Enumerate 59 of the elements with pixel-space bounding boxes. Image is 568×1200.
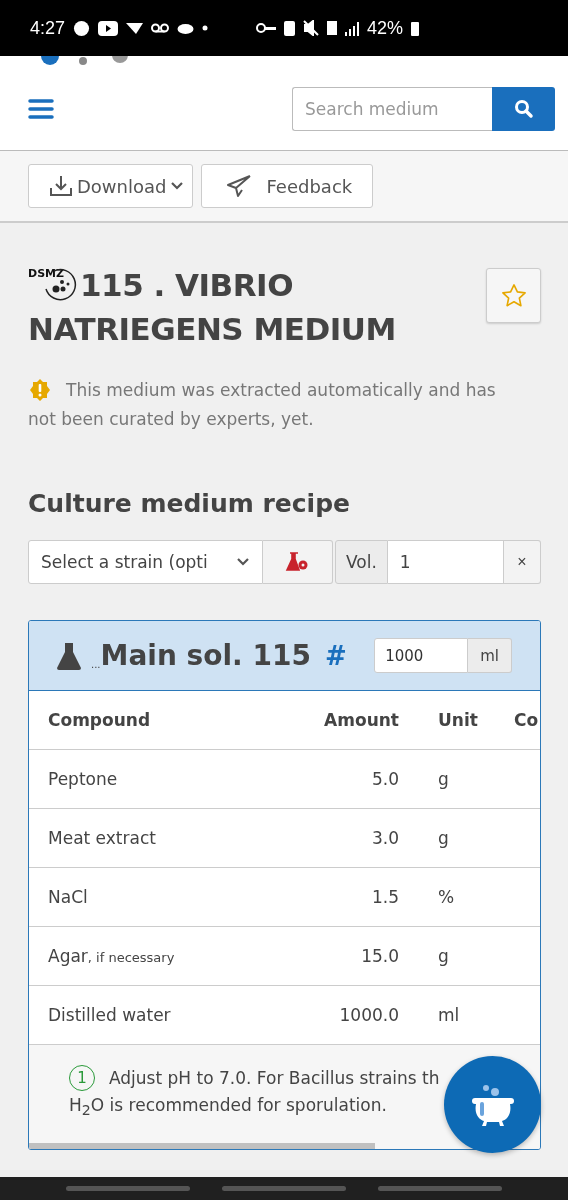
table-cell-text: 1.5 xyxy=(370,887,399,907)
flask-icon xyxy=(55,640,83,671)
table-cell-text: 15.0 xyxy=(360,946,399,966)
table-cell-text: % xyxy=(437,887,456,907)
caret-icon xyxy=(170,181,185,191)
table-cell-text: ml xyxy=(437,1005,461,1025)
mute-icon xyxy=(303,20,320,36)
column-header: Compound xyxy=(47,710,152,730)
warning-message: not been curated by experts, yet. xyxy=(28,408,315,431)
search-icon xyxy=(513,99,534,119)
clear-button[interactable]: × xyxy=(503,540,541,584)
dsmz-logo: DSMZ xyxy=(28,267,78,303)
warning-icon xyxy=(28,378,52,402)
recipe-heading: Culture medium recipe xyxy=(28,489,351,518)
search-button[interactable] xyxy=(492,87,555,131)
anchor-link[interactable]: # xyxy=(324,640,347,671)
table-cell-text: Meat extract xyxy=(47,828,157,848)
table-cell-text: 5.0 xyxy=(370,769,399,789)
paper-plane-icon xyxy=(226,174,253,198)
volume-label: Vol. xyxy=(335,540,388,584)
footnote-text: H$_{2}$O is recommended for sporulation. xyxy=(69,1095,387,1119)
table-cell-text: NaCl xyxy=(47,887,89,907)
status-time: 4:27 xyxy=(30,17,66,39)
search-field[interactable]: Search medium xyxy=(292,87,492,131)
table-cell-text: 1000.0 xyxy=(338,1005,399,1025)
footnote-text: Adjust pH to 7.0. For Bacillus strains th xyxy=(109,1068,440,1088)
battery-percentage: 42% xyxy=(367,17,404,39)
unit-label: ml xyxy=(468,638,512,673)
volume-field[interactable]: 1 xyxy=(387,540,504,584)
medium-title: 115 . VIBRIO xyxy=(80,267,293,303)
dot-icon xyxy=(202,25,209,31)
column-header: Unit xyxy=(437,710,479,730)
amount-field[interactable]: 1000 xyxy=(374,638,469,673)
medium-title: NATRIEGENS MEDIUM xyxy=(28,310,397,349)
play-icon xyxy=(98,20,119,36)
strain-select[interactable]: Select a strain (opti xyxy=(28,540,263,584)
menu-icon[interactable] xyxy=(28,98,54,120)
table-cell-text: Agar, if necessary xyxy=(47,946,176,966)
table-cell-text: g xyxy=(437,828,450,848)
table-cell-text: 3.0 xyxy=(370,828,399,848)
feedback-button[interactable]: Feedback xyxy=(201,164,374,208)
table-cell-text: g xyxy=(437,769,450,789)
scrollbar[interactable] xyxy=(29,1143,375,1149)
table-cell-text: Peptone xyxy=(47,769,119,789)
battery-icon xyxy=(411,20,420,36)
voicemail-icon xyxy=(151,23,170,33)
download-button[interactable]: Download xyxy=(28,164,194,208)
key-icon xyxy=(256,22,277,34)
signal-icon xyxy=(345,20,360,36)
table-cell-text: g xyxy=(437,946,450,966)
warning-message: This medium was extracted automatically and has xyxy=(66,380,496,400)
column-header: Amount xyxy=(323,710,399,730)
strain-tool-button[interactable] xyxy=(263,540,333,584)
ellipsis-text: ... xyxy=(91,659,101,670)
download-icon xyxy=(49,174,73,198)
column-header: Co xyxy=(514,710,540,730)
caret-icon xyxy=(236,557,250,567)
table-cell-text: Distilled water xyxy=(47,1005,172,1025)
solution-title: Main sol. 115 xyxy=(100,639,311,672)
